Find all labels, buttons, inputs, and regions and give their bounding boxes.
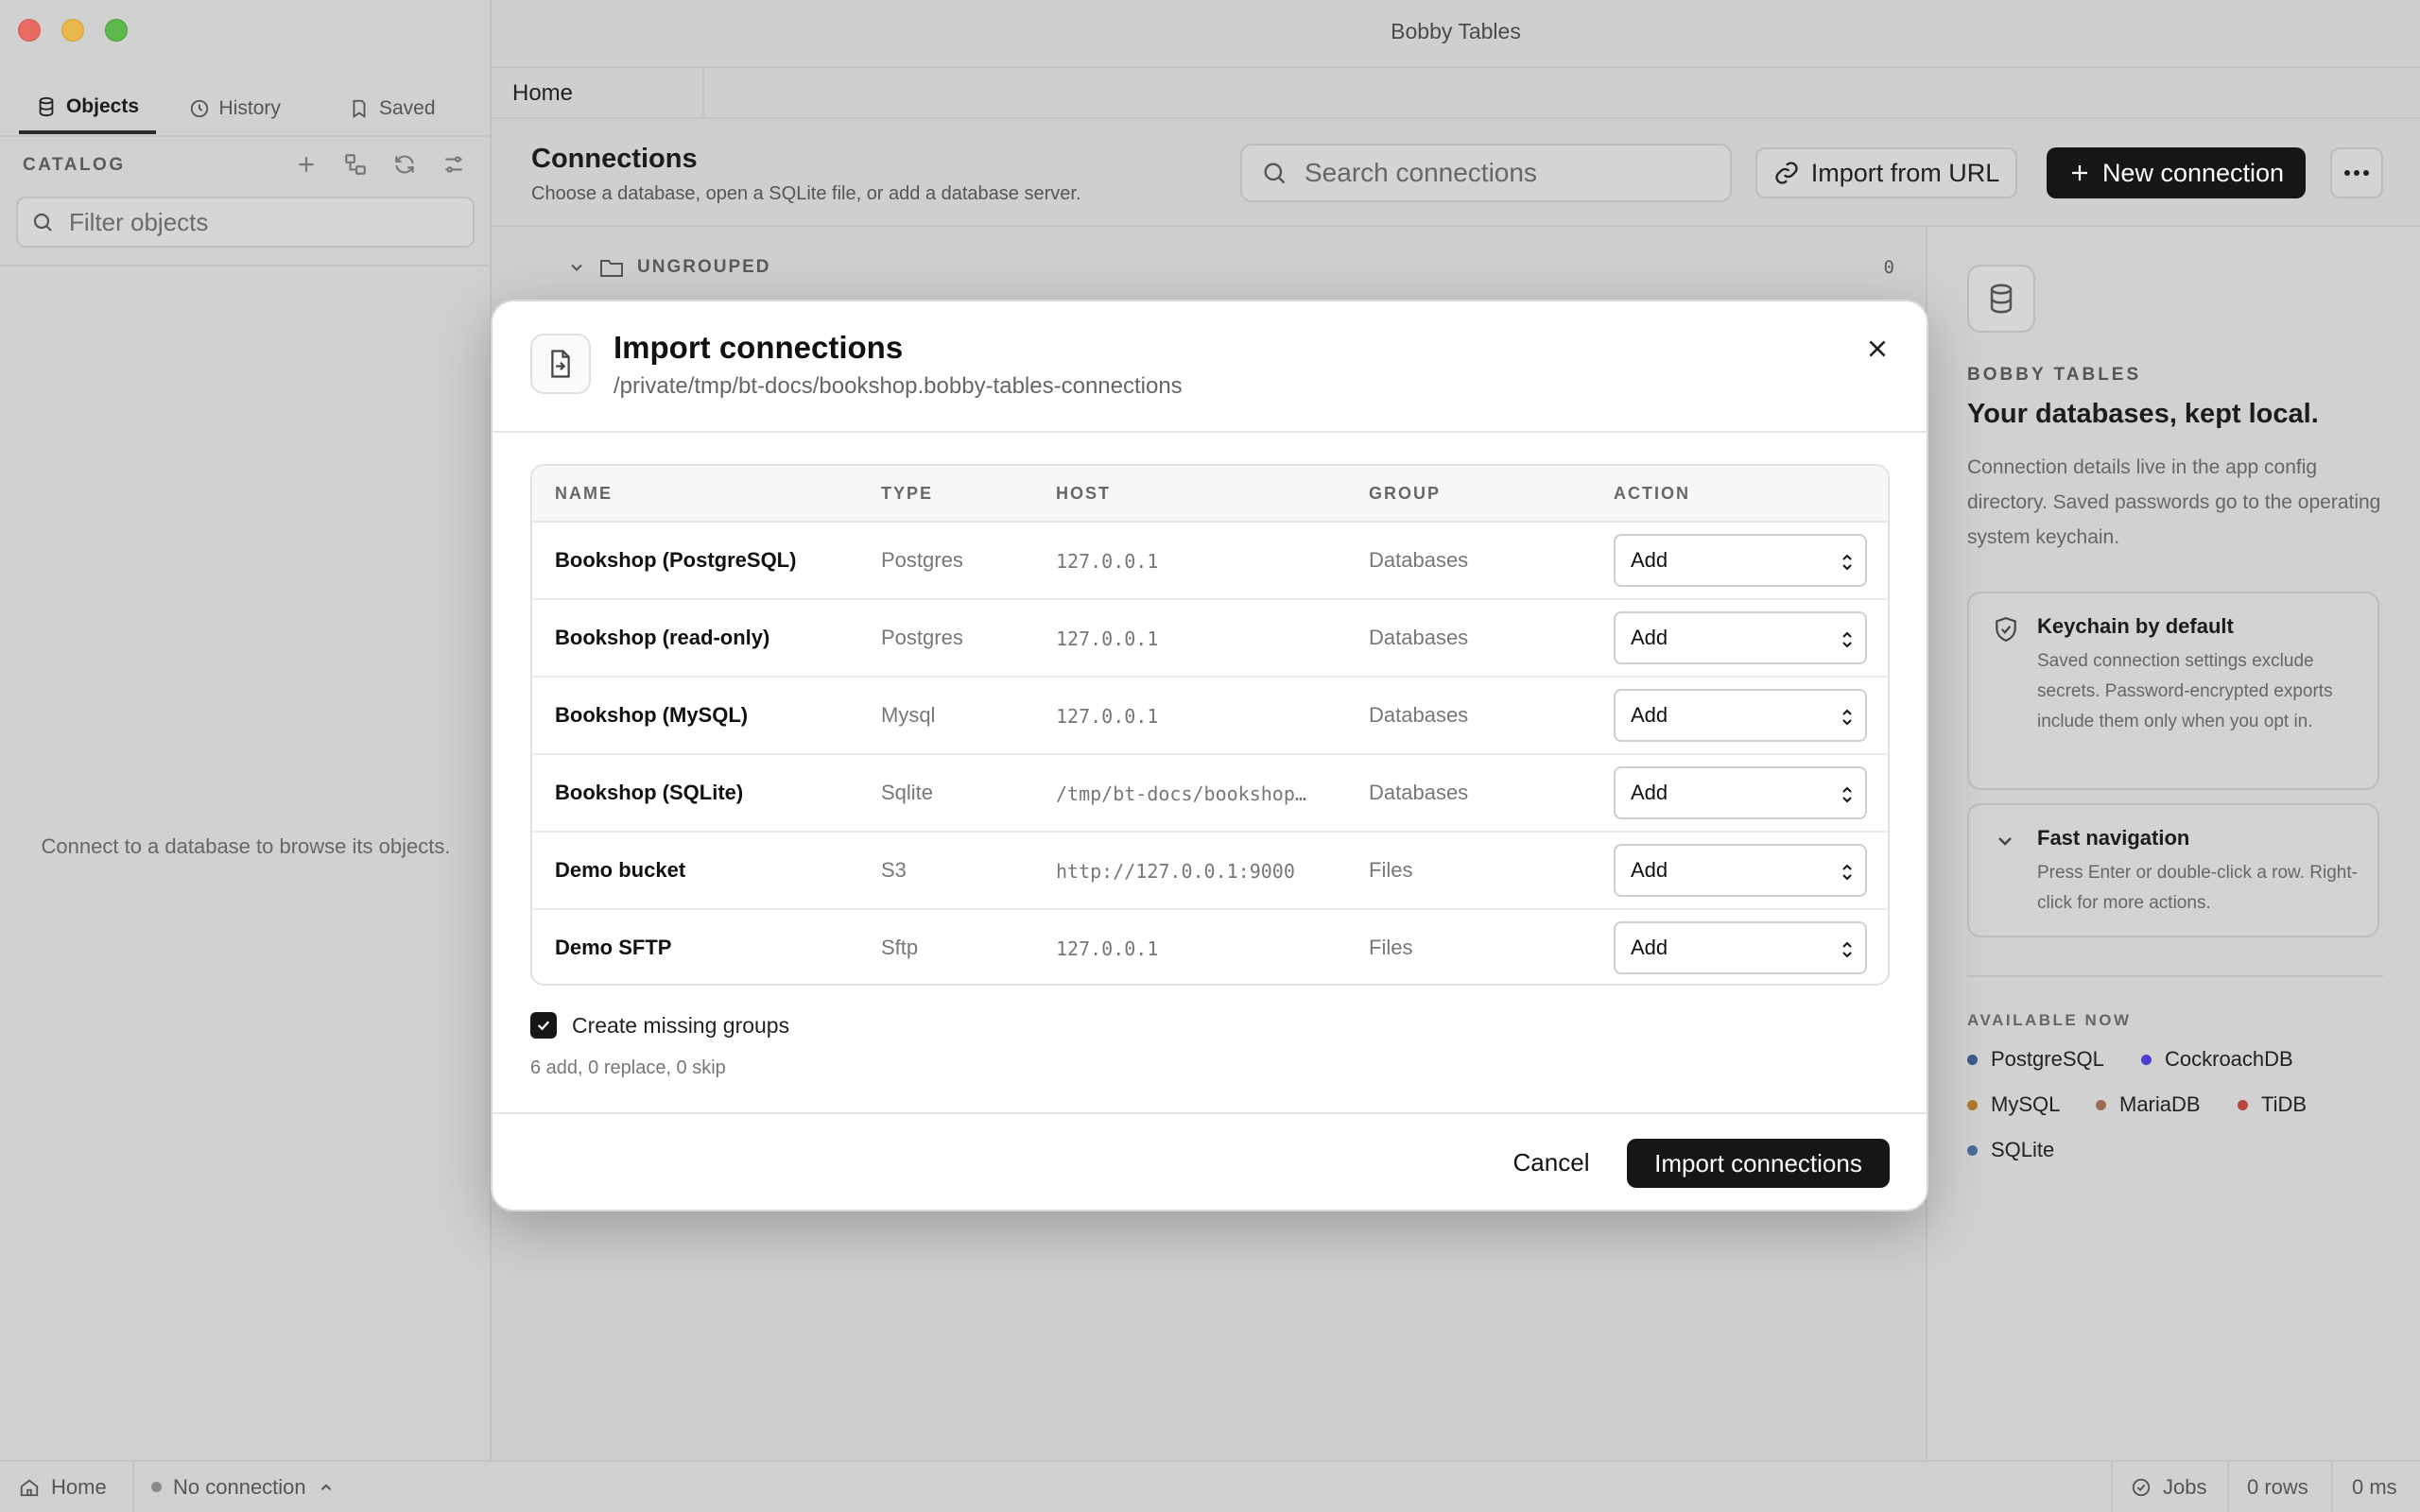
updown-chevron-icon [1842,941,1852,958]
row-name: Bookshop (read-only) [555,626,770,649]
action-select[interactable]: Add [1614,921,1867,974]
import-summary: 6 add, 0 replace, 0 skip [530,1057,726,1078]
updown-chevron-icon [1842,709,1852,726]
table-row[interactable]: Demo bucket S3 http://127.0.0.1:9000 Fil… [532,833,1888,910]
checkmark-icon [535,1017,552,1034]
row-group: Files [1369,936,1413,959]
action-value: Add [1631,548,1668,572]
row-type: Sftp [881,936,919,959]
updown-chevron-icon [1842,864,1852,881]
column-header-type: TYPE [881,484,934,503]
updown-chevron-icon [1842,786,1852,803]
updown-chevron-icon [1842,631,1852,648]
action-value: Add [1631,703,1668,727]
import-connections-button[interactable]: Import connections [1627,1139,1890,1188]
row-name: Bookshop (SQLite) [555,781,744,804]
dialog-title: Import connections [614,330,904,365]
column-header-host: HOST [1056,484,1112,503]
row-type: S3 [881,858,907,882]
table-header: NAME TYPE HOST GROUP ACTION [532,466,1888,523]
table-row[interactable]: Bookshop (MySQL) Mysql 127.0.0.1 Databas… [532,678,1888,755]
row-host: 127.0.0.1 [1056,705,1159,728]
action-value: Add [1631,858,1668,882]
table-row[interactable]: Bookshop (PostgreSQL) Postgres 127.0.0.1… [532,523,1888,600]
column-header-group: GROUP [1369,484,1442,503]
divider [493,431,1927,433]
row-group: Databases [1369,626,1469,649]
row-group: Databases [1369,548,1469,572]
close-icon [1865,336,1890,361]
row-type: Postgres [881,626,963,649]
row-name: Demo SFTP [555,936,672,959]
create-missing-groups-option: Create missing groups [530,1012,789,1039]
column-header-action: ACTION [1614,484,1690,503]
table-row[interactable]: Bookshop (read-only) Postgres 127.0.0.1 … [532,600,1888,678]
row-host: 127.0.0.1 [1056,627,1159,650]
import-connections-dialog: Import connections /private/tmp/bt-docs/… [491,300,1928,1211]
row-group: Databases [1369,703,1469,727]
updown-chevron-icon [1842,554,1852,571]
row-host: /tmp/bt-docs/bookshop… [1056,782,1306,805]
table-row[interactable]: Demo SFTP Sftp 127.0.0.1 Files Add [532,910,1888,984]
action-value: Add [1631,781,1668,804]
row-type: Sqlite [881,781,934,804]
create-missing-groups-label: Create missing groups [572,1012,790,1038]
action-select[interactable]: Add [1614,766,1867,819]
row-host: http://127.0.0.1:9000 [1056,860,1295,883]
action-select[interactable]: Add [1614,689,1867,742]
action-select[interactable]: Add [1614,534,1867,587]
row-name: Demo bucket [555,858,686,882]
column-header-name: NAME [555,484,613,503]
action-value: Add [1631,936,1668,959]
action-value: Add [1631,626,1668,649]
row-name: Bookshop (PostgreSQL) [555,548,797,572]
row-type: Postgres [881,548,963,572]
action-select[interactable]: Add [1614,844,1867,897]
file-import-icon [530,334,591,394]
create-missing-groups-checkbox[interactable] [530,1012,557,1039]
dialog-file-path: /private/tmp/bt-docs/bookshop.bobby-tabl… [614,373,1183,399]
row-group: Databases [1369,781,1469,804]
table-row[interactable]: Bookshop (SQLite) Sqlite /tmp/bt-docs/bo… [532,755,1888,833]
row-host: 127.0.0.1 [1056,550,1159,573]
import-table: NAME TYPE HOST GROUP ACTION Bookshop (Po… [530,464,1890,986]
row-host: 127.0.0.1 [1056,937,1159,960]
action-select[interactable]: Add [1614,611,1867,664]
close-dialog-button[interactable] [1857,328,1898,369]
row-name: Bookshop (MySQL) [555,703,749,727]
divider [493,1112,1927,1114]
cancel-button[interactable]: Cancel [1504,1139,1599,1186]
row-group: Files [1369,858,1413,882]
row-type: Mysql [881,703,936,727]
